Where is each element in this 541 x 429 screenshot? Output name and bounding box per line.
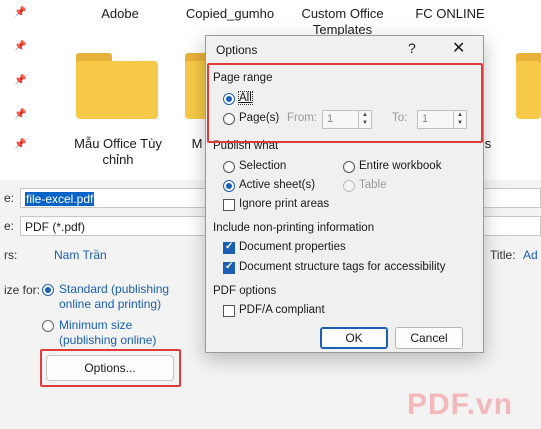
structure-tags-checkbox[interactable] <box>223 261 235 274</box>
optimize-minimum-radio[interactable] <box>42 320 54 332</box>
table-radio <box>343 180 355 192</box>
file-item-label[interactable]: Custom Office Templates <box>290 6 395 38</box>
optimize-standard-radio[interactable] <box>42 284 54 296</box>
quick-access-pins: 📌 📌 📌 📌 📌 <box>0 0 34 180</box>
optimize-label: ize for: <box>4 283 41 297</box>
file-name-value: file-excel.pdf <box>25 192 95 206</box>
file-item-label[interactable]: FC ONLINE <box>410 6 490 22</box>
authors-label: rs: <box>4 248 18 262</box>
pin-icon[interactable]: 📌 <box>14 42 26 52</box>
close-icon[interactable]: ✕ <box>452 38 465 58</box>
optimize-standard-label[interactable]: Standard (publishing online and printing… <box>59 282 189 312</box>
authors-value[interactable]: Nam Trần <box>54 248 107 262</box>
entire-workbook-label[interactable]: Entire workbook <box>359 160 441 172</box>
file-name-label: e: <box>4 191 15 205</box>
pin-icon[interactable]: 📌 <box>14 76 26 86</box>
cancel-button[interactable]: Cancel <box>395 327 463 349</box>
document-properties-checkbox[interactable] <box>223 241 235 254</box>
title-label: Title: <box>490 248 516 262</box>
file-item-label[interactable]: Copied_gumho <box>180 6 280 22</box>
structure-tags-label[interactable]: Document structure tags for accessibilit… <box>239 261 445 273</box>
selection-radio[interactable] <box>223 161 235 173</box>
table-label: Table <box>359 179 387 191</box>
entire-workbook-radio[interactable] <box>343 161 355 173</box>
non-printing-heading: Include non-printing information <box>213 222 375 234</box>
file-item-label[interactable]: Adobe <box>90 6 150 22</box>
save-type-label: e: <box>4 219 15 233</box>
pdf-options-heading: PDF options <box>213 285 277 297</box>
pin-icon[interactable]: 📌 <box>14 140 26 150</box>
active-sheets-radio[interactable] <box>223 180 235 192</box>
folder-icon[interactable] <box>76 53 158 119</box>
pin-icon[interactable]: 📌 <box>14 8 26 18</box>
pdfa-label[interactable]: PDF/A compliant <box>239 304 325 316</box>
document-properties-label[interactable]: Document properties <box>239 241 346 253</box>
dialog-title: Options <box>216 43 258 57</box>
title-value[interactable]: Ad <box>523 248 538 262</box>
ok-button[interactable]: OK <box>320 327 388 349</box>
watermark-logo: PDF.vn <box>407 388 514 421</box>
folder-label: M <box>191 136 203 151</box>
options-button-highlight <box>40 349 181 387</box>
save-type-value: PDF (*.pdf) <box>25 220 86 234</box>
selection-label[interactable]: Selection <box>239 160 286 172</box>
optimize-minimum-label[interactable]: Minimum size (publishing online) <box>59 318 174 348</box>
help-icon[interactable]: ? <box>408 40 416 56</box>
folder-label[interactable]: Mẫu Office Tùy chỉnh <box>68 136 168 168</box>
ignore-print-areas-checkbox[interactable] <box>223 199 235 211</box>
folder-icon[interactable] <box>516 53 541 119</box>
pin-icon[interactable]: 📌 <box>14 110 26 120</box>
ignore-print-areas-label[interactable]: Ignore print areas <box>239 198 329 210</box>
active-sheets-label[interactable]: Active sheet(s) <box>239 179 315 191</box>
page-range-highlight <box>207 63 483 143</box>
pdfa-checkbox[interactable] <box>223 305 235 317</box>
